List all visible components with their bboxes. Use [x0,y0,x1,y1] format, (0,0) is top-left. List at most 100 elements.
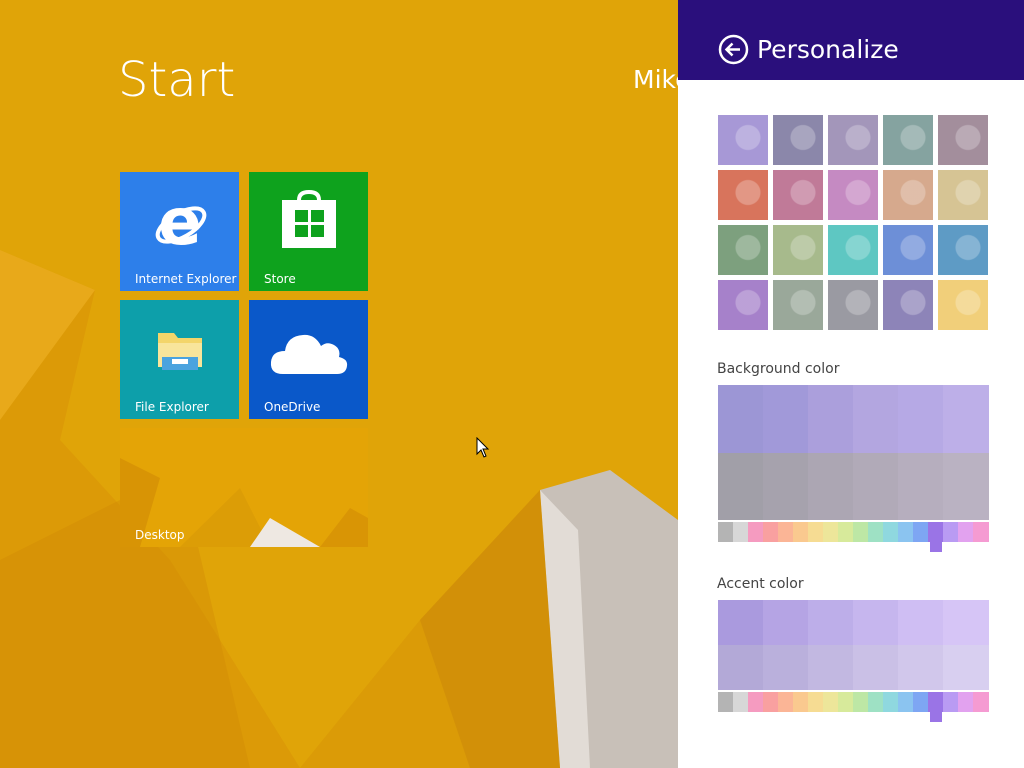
background-pattern-tile[interactable] [938,280,988,330]
background-pattern-tile[interactable] [938,115,988,165]
background-pattern-tile[interactable] [718,225,768,275]
color-swatch[interactable] [898,385,944,453]
background-pattern-tile[interactable] [883,280,933,330]
hue-segment[interactable] [913,692,929,712]
background-pattern-tile[interactable] [828,225,878,275]
background-pattern-tile[interactable] [773,115,823,165]
background-pattern-tile[interactable] [718,280,768,330]
hue-segment[interactable] [898,522,914,542]
color-swatch[interactable] [718,385,764,453]
hue-segment[interactable] [868,522,884,542]
hue-segment[interactable] [973,522,989,542]
color-swatch[interactable] [718,600,764,645]
hue-segment[interactable] [958,522,974,542]
accent-hue-slider[interactable] [718,692,989,722]
color-swatch[interactable] [808,645,854,690]
tile-desktop[interactable]: Desktop [120,428,368,547]
hue-segment[interactable] [778,692,794,712]
tile-onedrive[interactable]: OneDrive [249,300,368,419]
color-swatch[interactable] [718,452,764,520]
background-pattern-tile[interactable] [773,170,823,220]
hue-segment[interactable] [748,522,764,542]
color-swatch[interactable] [943,645,989,690]
color-swatch[interactable] [853,385,899,453]
back-arrow-icon[interactable] [718,34,749,65]
internet-explorer-icon: e [155,192,207,252]
background-pattern-tile[interactable] [883,225,933,275]
background-pattern-tile[interactable] [883,115,933,165]
hue-segment[interactable] [733,522,749,542]
background-pattern-tile[interactable] [718,115,768,165]
hue-segment[interactable] [868,692,884,712]
background-pattern-tile[interactable] [718,170,768,220]
tile-file-explorer[interactable]: File Explorer [120,300,239,419]
hue-segment[interactable] [718,692,734,712]
tile-label: Store [264,272,296,286]
hue-segment[interactable] [808,692,824,712]
background-pattern-tile[interactable] [883,170,933,220]
hue-segment[interactable] [913,522,929,542]
hue-segment[interactable] [793,522,809,542]
folder-icon [158,333,202,370]
color-swatch[interactable] [763,385,809,453]
hue-segment[interactable] [763,522,779,542]
tile-label: File Explorer [135,400,209,414]
hue-segment[interactable] [838,522,854,542]
color-swatch[interactable] [808,600,854,645]
background-hue-slider[interactable] [718,522,989,552]
hue-segment[interactable] [853,522,869,542]
hue-segment[interactable] [823,522,839,542]
hue-segment[interactable] [943,522,959,542]
background-pattern-tile[interactable] [938,225,988,275]
hue-segment[interactable] [883,692,899,712]
hue-segment[interactable] [823,692,839,712]
color-swatch[interactable] [718,645,764,690]
color-swatch[interactable] [853,600,899,645]
hue-slider-thumb[interactable] [929,522,942,552]
accent-color-grid [718,600,989,690]
color-swatch[interactable] [763,645,809,690]
accent-color-label: Accent color [717,576,804,592]
hue-segment[interactable] [733,692,749,712]
color-swatch[interactable] [943,452,989,520]
color-swatch[interactable] [898,600,944,645]
color-swatch[interactable] [808,385,854,453]
color-swatch[interactable] [763,600,809,645]
hue-segment[interactable] [943,692,959,712]
start-screen: Start Mike e Internet Explorer Store Fil… [0,0,678,768]
color-swatch[interactable] [943,600,989,645]
panel-title: Personalize [757,35,899,64]
hue-segment[interactable] [748,692,764,712]
color-swatch[interactable] [808,452,854,520]
personalize-panel: Personalize Background color Accent colo… [678,0,1024,768]
tile-internet-explorer[interactable]: e Internet Explorer [120,172,239,291]
color-swatch[interactable] [943,385,989,453]
background-pattern-tile[interactable] [828,280,878,330]
background-pattern-tile[interactable] [773,225,823,275]
hue-segment[interactable] [883,522,899,542]
hue-segment[interactable] [853,692,869,712]
tile-store[interactable]: Store [249,172,368,291]
color-swatch[interactable] [898,645,944,690]
color-swatch[interactable] [898,452,944,520]
hue-segment[interactable] [958,692,974,712]
background-pattern-tile[interactable] [828,170,878,220]
color-swatch[interactable] [763,452,809,520]
background-pattern-tile[interactable] [828,115,878,165]
user-account-name[interactable]: Mike [633,64,678,96]
background-pattern-tile[interactable] [938,170,988,220]
hue-segment[interactable] [808,522,824,542]
hue-segment[interactable] [973,692,989,712]
hue-segment[interactable] [838,692,854,712]
background-pattern-tile[interactable] [773,280,823,330]
hue-segment[interactable] [718,522,734,542]
hue-segment[interactable] [793,692,809,712]
hue-slider-thumb[interactable] [929,692,942,722]
hue-segment[interactable] [898,692,914,712]
hue-segment[interactable] [778,522,794,542]
tile-label: OneDrive [264,400,321,414]
store-icon [282,189,336,248]
hue-segment[interactable] [763,692,779,712]
color-swatch[interactable] [853,452,899,520]
color-swatch[interactable] [853,645,899,690]
